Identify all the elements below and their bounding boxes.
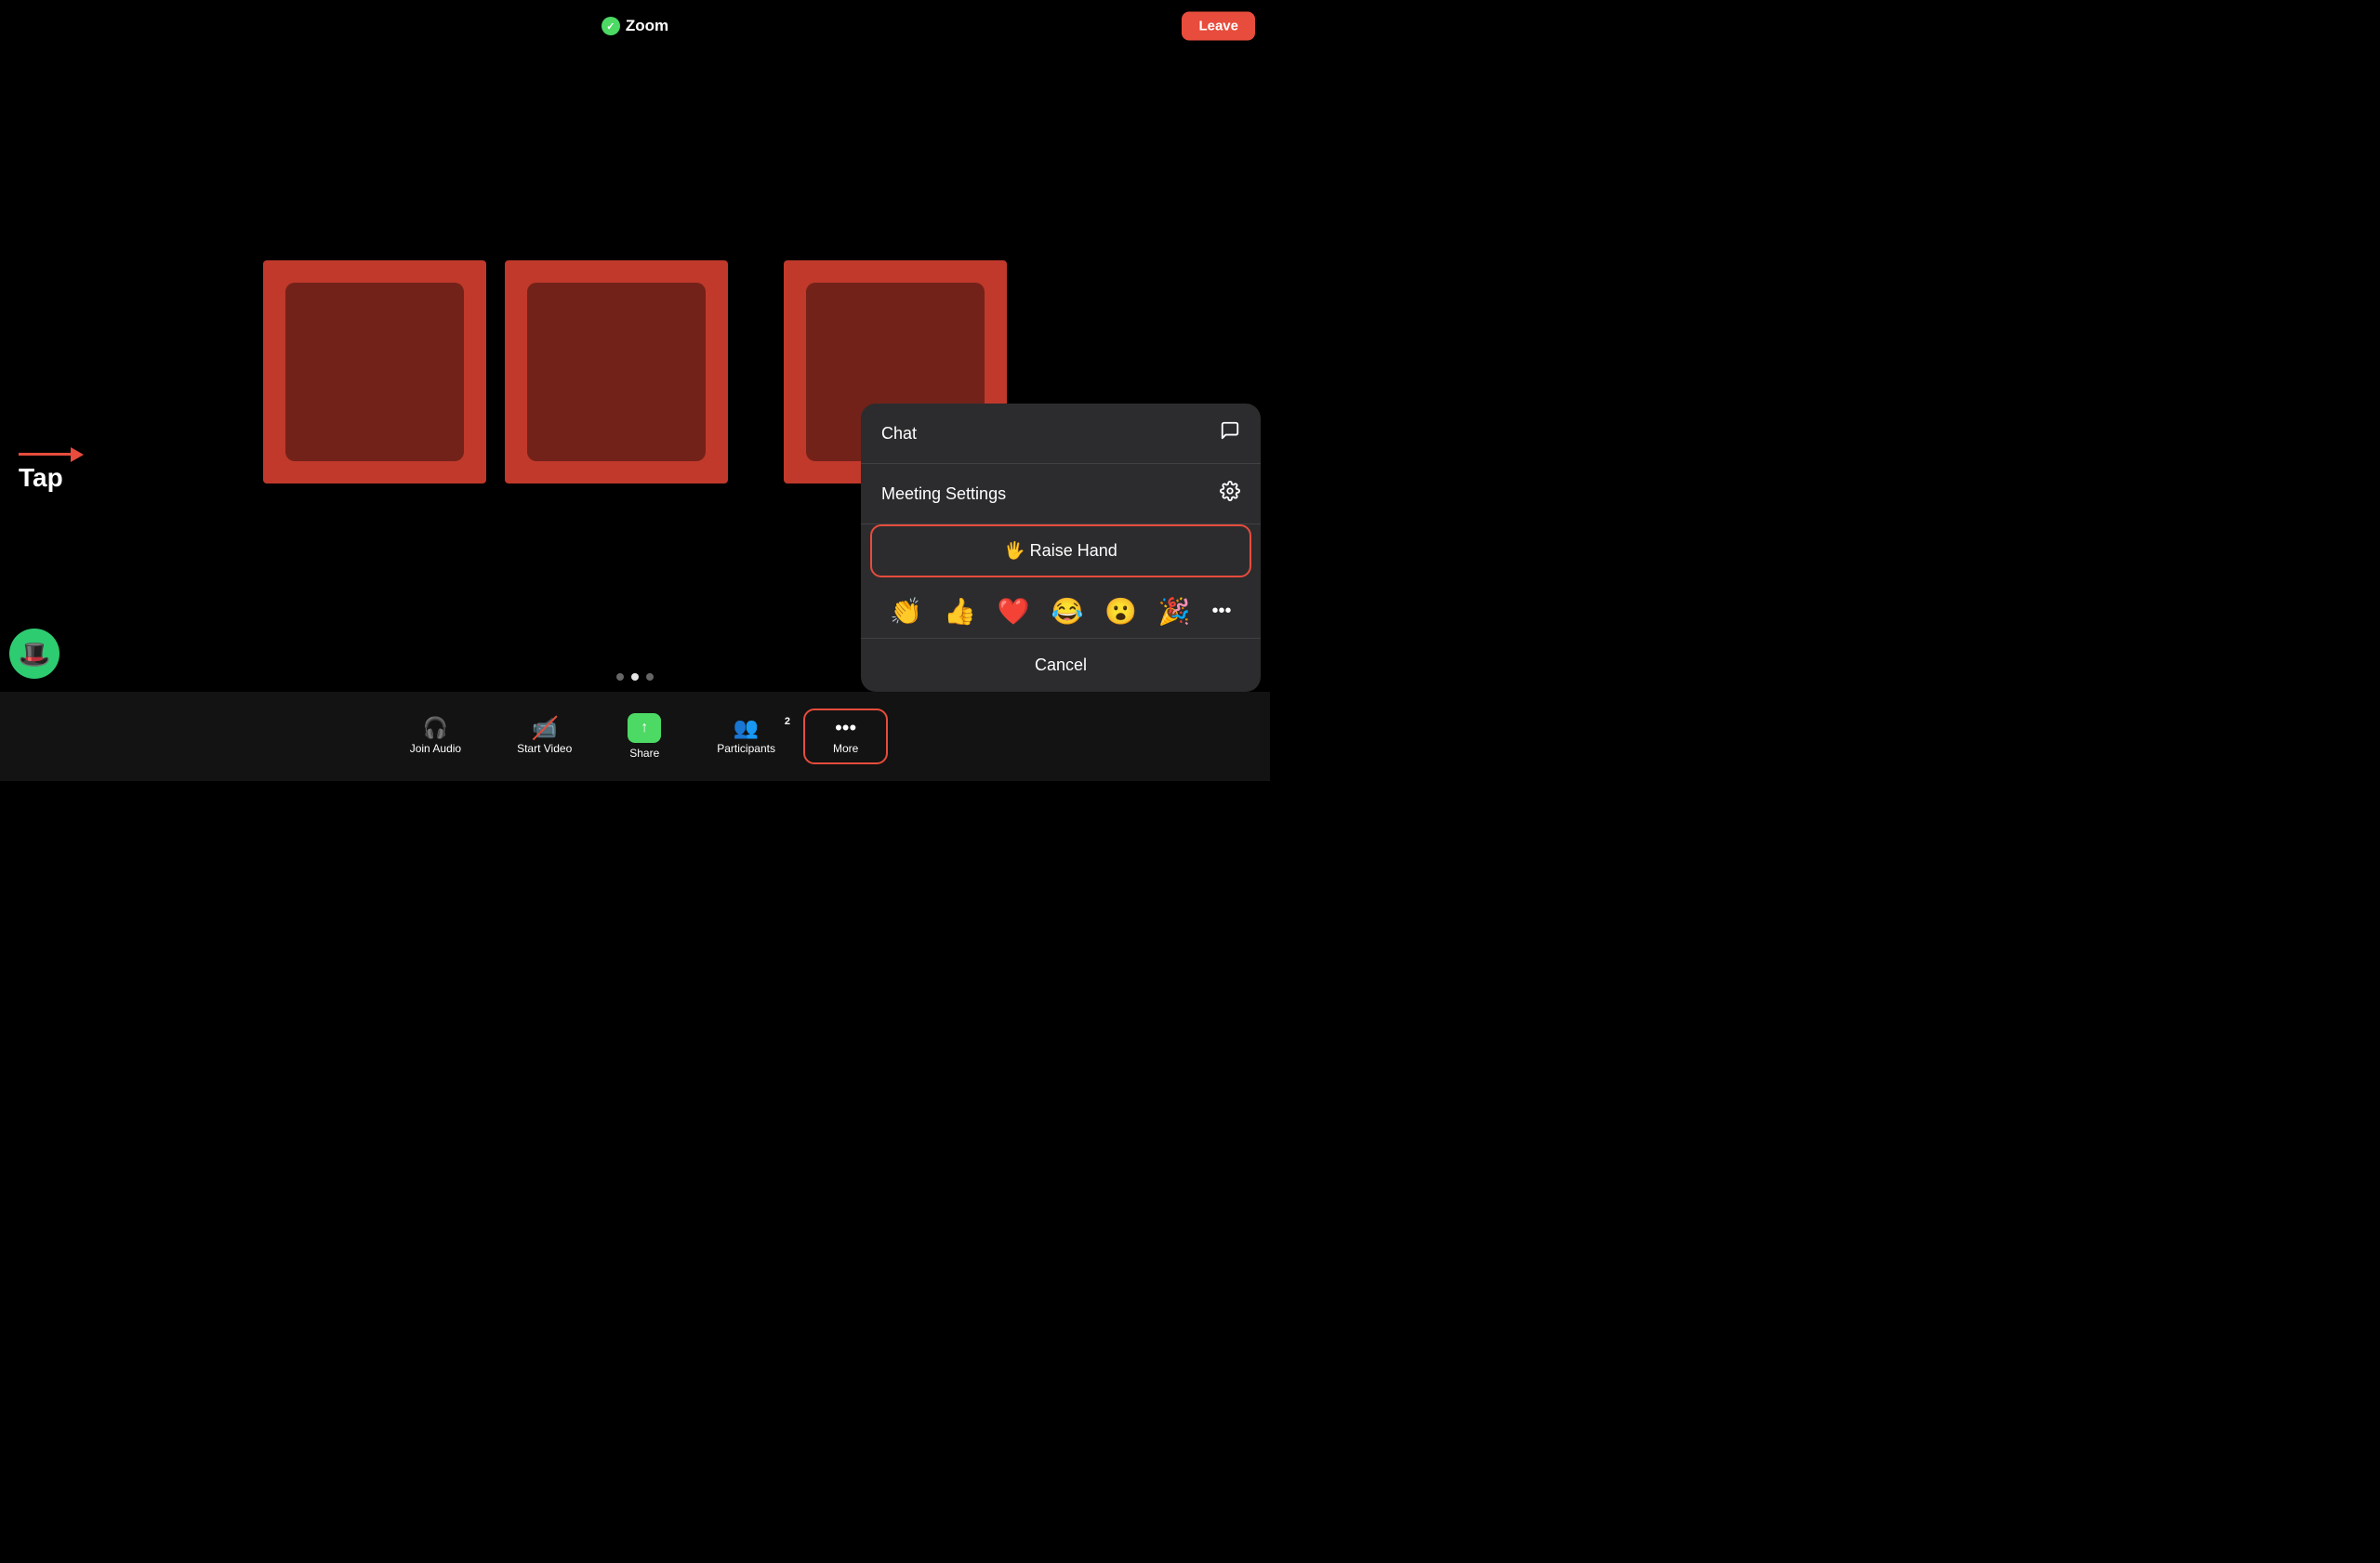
participants-button[interactable]: 2 👥 Participants	[689, 710, 803, 762]
more-icon: •••	[835, 718, 856, 738]
join-audio-button[interactable]: 🎧 Join Audio	[382, 710, 489, 762]
user-avatar: 🎩	[9, 629, 60, 679]
face-silhouette-2	[527, 283, 706, 461]
bottom-toolbar: 🎧 Join Audio 📹 Start Video ↑ Share 2 👥 P…	[0, 692, 1270, 781]
share-button[interactable]: ↑ Share	[600, 706, 689, 767]
reaction-clap[interactable]: 👏	[890, 596, 922, 627]
avatar-emoji: 🎩	[19, 639, 51, 669]
reactions-row: 👏 👍 ❤️ 😂 😮 🎉 •••	[861, 585, 1261, 639]
reaction-party[interactable]: 🎉	[1158, 596, 1191, 627]
more-button[interactable]: ••• More	[803, 709, 888, 764]
cancel-button[interactable]: Cancel	[861, 639, 1261, 692]
arrow-line	[19, 453, 74, 456]
zoom-title: ✓ Zoom	[602, 17, 668, 35]
start-video-label: Start Video	[517, 742, 572, 755]
reaction-thumbsup[interactable]: 👍	[944, 596, 976, 627]
zoom-label: Zoom	[626, 17, 668, 35]
more-menu: Chat Meeting Settings 🖐 Raise Hand 👏 👍 ❤…	[861, 404, 1261, 692]
raise-hand-button[interactable]: 🖐 Raise Hand	[870, 524, 1251, 577]
share-icon: ↑	[628, 713, 661, 743]
reaction-heart[interactable]: ❤️	[998, 596, 1030, 627]
tap-label: Tap	[19, 463, 63, 493]
audio-icon: 🎧	[423, 718, 448, 738]
meeting-settings-menu-item[interactable]: Meeting Settings	[861, 464, 1261, 524]
top-bar: ✓ Zoom Leave	[0, 0, 1270, 52]
join-audio-label: Join Audio	[410, 742, 461, 755]
video-tile-1	[263, 260, 486, 483]
start-video-button[interactable]: 📹 Start Video	[489, 710, 600, 762]
dots-indicator	[616, 673, 654, 681]
video-tile-2-inner	[505, 260, 728, 483]
chat-icon	[1220, 420, 1240, 446]
leave-button[interactable]: Leave	[1182, 12, 1255, 41]
cancel-label: Cancel	[1035, 656, 1087, 675]
face-silhouette-1	[285, 283, 464, 461]
dot-1	[616, 673, 624, 681]
share-label: Share	[629, 747, 659, 760]
more-label: More	[833, 742, 858, 755]
raise-hand-label: 🖐 Raise Hand	[1004, 541, 1117, 561]
dot-2	[631, 673, 639, 681]
participants-icon: 👥	[734, 718, 759, 738]
reaction-more-button[interactable]: •••	[1212, 601, 1232, 622]
chat-label: Chat	[881, 424, 917, 444]
video-slash	[532, 716, 557, 741]
settings-icon	[1220, 481, 1240, 507]
shield-icon: ✓	[602, 17, 620, 35]
tap-arrow	[19, 453, 74, 456]
meeting-settings-label: Meeting Settings	[881, 484, 1006, 504]
reaction-wow[interactable]: 😮	[1104, 596, 1137, 627]
dot-3	[646, 673, 654, 681]
participants-count: 2	[785, 716, 790, 727]
reaction-laugh[interactable]: 😂	[1051, 596, 1083, 627]
video-tile-2	[505, 260, 728, 483]
video-icon: 📹	[532, 718, 557, 738]
participants-label: Participants	[717, 742, 775, 755]
tap-annotation: Tap	[19, 453, 74, 493]
video-tile-1-inner	[263, 260, 486, 483]
chat-menu-item[interactable]: Chat	[861, 404, 1261, 464]
